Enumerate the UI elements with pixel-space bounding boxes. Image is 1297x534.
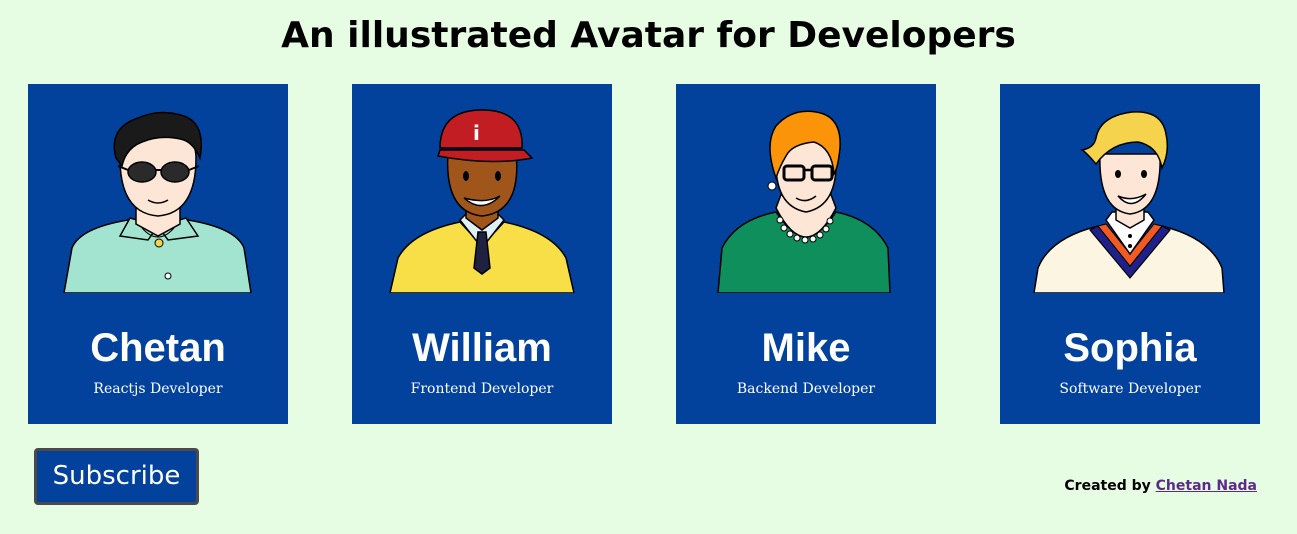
card-name: Mike (761, 326, 851, 370)
card-role: Backend Developer (736, 381, 876, 397)
subscribe-button[interactable]: Subscribe (34, 448, 199, 505)
card-role: Frontend Developer (410, 381, 554, 397)
svg-text:i: i (473, 121, 480, 145)
card-role: Software Developer (1059, 381, 1201, 397)
avatar-card-sophia: Sophia Software Developer (1000, 84, 1260, 424)
male-developer-red-cap-avatar-icon: i (389, 109, 575, 293)
male-developer-sunglasses-avatar-icon (63, 111, 252, 293)
card-name: William (412, 326, 552, 370)
male-developer-blonde-sweater-avatar-icon (1033, 111, 1225, 293)
avatar-card-chetan: Chetan Reactjs Developer (28, 84, 288, 424)
avatar-card-william: i William Frontend Developer (352, 84, 612, 424)
female-developer-glasses-pearls-avatar-icon (717, 110, 891, 293)
page-title: An illustrated Avatar for Developers (281, 15, 1016, 56)
credit-prefix: Created by (1064, 478, 1151, 494)
card-role: Reactjs Developer (93, 381, 223, 397)
avatar-card-mike: Mike Backend Developer (676, 84, 936, 424)
card-name: Chetan (90, 326, 226, 370)
card-name: Sophia (1063, 326, 1197, 370)
footer-credit: Created by Chetan Nada (1064, 478, 1257, 494)
author-link[interactable]: Chetan Nada (1156, 478, 1257, 494)
